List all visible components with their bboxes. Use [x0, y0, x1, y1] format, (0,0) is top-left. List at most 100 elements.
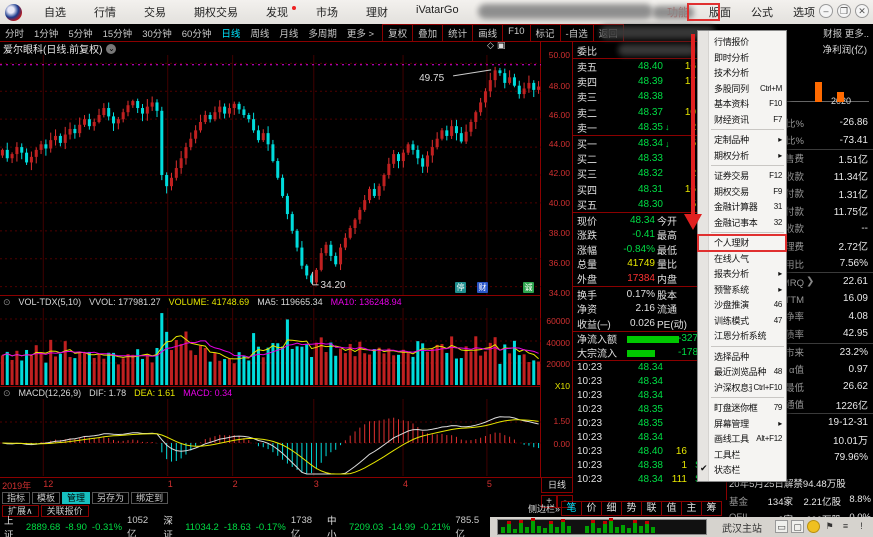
toolbar-periods: 分时1分钟5分钟15分钟30分钟60分钟日线周线月线多周期更多 >	[0, 26, 379, 40]
menu-item-在线人气[interactable]: 在线人气	[698, 251, 786, 267]
toolbar-action-画线[interactable]: 画线	[472, 24, 503, 42]
menu-item-金融计算器[interactable]: 金融计算器31	[698, 199, 786, 215]
chevron-down-icon[interactable]: ⌄	[106, 44, 116, 54]
chart-tab-模板[interactable]: 模板	[32, 492, 60, 504]
sidebar-tab-联[interactable]: 联	[641, 501, 662, 516]
menubar-item-发现[interactable]: 发现	[252, 4, 302, 20]
list-icon[interactable]: ≡	[839, 520, 852, 533]
period-更多 >[interactable]: 更多 >	[342, 26, 379, 40]
index-quote-上证[interactable]: 上证2889.68-8.90-0.31%1052亿	[4, 513, 159, 537]
sidebar-tab-主[interactable]: 主	[681, 501, 702, 516]
menubar-item-市场[interactable]: 市场	[302, 4, 352, 20]
menubar-item-iVatarGo[interactable]: iVatarGo	[402, 4, 473, 20]
period-5分钟[interactable]: 5分钟	[63, 26, 97, 40]
menu-item-状态栏[interactable]: ✔状态栏	[698, 462, 786, 478]
tray-window2-icon[interactable]: ▢	[791, 520, 804, 533]
sidebar-tab-笔[interactable]: 笔	[561, 501, 582, 516]
menu-item-画线工具[interactable]: 画线工具Alt+F12	[698, 431, 786, 447]
sidebar-tab-值[interactable]: 值	[661, 501, 682, 516]
info-label: 总量	[573, 256, 597, 271]
candlestick-chart[interactable]: 49.7534.20	[0, 55, 541, 295]
menu-item-财经资讯[interactable]: 财经资讯F7	[698, 112, 786, 128]
period-1分钟[interactable]: 1分钟	[29, 26, 63, 40]
sidebar-tab-筹[interactable]: 筹	[701, 501, 722, 516]
toolbar-action-标记[interactable]: 标记	[530, 24, 561, 42]
index-quote-中小[interactable]: 中小7209.03-14.99-0.21%785.5亿	[327, 513, 490, 537]
minimize-button[interactable]: –	[819, 4, 833, 18]
menu-item-沪深权息查询[interactable]: 沪深权息查询Ctrl+F10	[698, 380, 786, 396]
menu-item-期权分析[interactable]: 期权分析▸	[698, 148, 786, 164]
indicator-gear-icon[interactable]: ⊙	[3, 297, 11, 308]
info-label: 现价	[573, 213, 597, 228]
sidebar-tab-细[interactable]: 细	[601, 501, 622, 516]
menu-item-盯盘迷你框[interactable]: 盯盘迷你框79	[698, 400, 786, 416]
menubar-item-理财[interactable]: 理财	[352, 4, 402, 20]
event-badge-停[interactable]: 停	[455, 282, 466, 293]
menubar-item-交易[interactable]: 交易	[130, 4, 180, 20]
menu-item-选择品种[interactable]: 选择品种	[698, 349, 786, 365]
restore-button[interactable]: ❐	[837, 4, 851, 18]
flag-icon[interactable]: ⚑	[823, 520, 836, 533]
sidebar-expand-label[interactable]: 侧边栏»	[528, 502, 560, 515]
period-周线[interactable]: 周线	[245, 26, 274, 40]
menu-item-证券交易[interactable]: 证券交易F12	[698, 168, 786, 184]
sidebar-tab-价[interactable]: 价	[581, 501, 602, 516]
volume-chart[interactable]	[0, 308, 541, 386]
indicator-gear-icon[interactable]: ⊙	[3, 388, 11, 399]
period-15分钟[interactable]: 15分钟	[98, 26, 138, 40]
menu-item-江恩分析系统[interactable]: 江恩分析系统	[698, 328, 786, 344]
index-quote-深证[interactable]: 深证11034.2-18.63-0.17%1738亿	[163, 513, 323, 537]
chart-corner-icons[interactable]: ◇▣	[487, 40, 508, 51]
menu-item-定制品种[interactable]: 定制品种▸	[698, 132, 786, 148]
period-日线[interactable]: 日线	[216, 26, 245, 40]
menu-item-训练模式[interactable]: 训练模式47	[698, 313, 786, 329]
chart-tab-指标[interactable]: 指标	[2, 492, 30, 504]
event-badge-诚[interactable]: 诚	[523, 282, 534, 293]
chart-tab-管理[interactable]: 管理	[62, 492, 90, 504]
period-60分钟[interactable]: 60分钟	[177, 26, 217, 40]
menubar-item-期权交易[interactable]: 期权交易	[180, 4, 252, 20]
menu-item-预警系统[interactable]: 预警系统▸	[698, 282, 786, 298]
period-分时[interactable]: 分时	[0, 26, 29, 40]
menu-item-即时分析[interactable]: 即时分析	[698, 50, 786, 66]
menu-item-期权交易[interactable]: 期权交易F9	[698, 184, 786, 200]
chart-tab-另存为[interactable]: 另存为	[92, 492, 129, 504]
menu-item-工具栏[interactable]: 工具栏	[698, 447, 786, 463]
toolbar-action-叠加[interactable]: 叠加	[412, 24, 443, 42]
menu-item-屏幕管理[interactable]: 屏幕管理▸	[698, 416, 786, 432]
fin-header[interactable]: 财报 更多..	[823, 26, 869, 40]
event-badge-财[interactable]: 财	[477, 282, 488, 293]
toolbar-action-统计[interactable]: 统计	[442, 24, 473, 42]
menu-item-最近浏览品种[interactable]: 最近浏览品种48	[698, 364, 786, 380]
menu-item-报表分析[interactable]: 报表分析▸	[698, 266, 786, 282]
menubar-item-公式[interactable]: 公式	[741, 4, 783, 20]
info-label2: 量比	[657, 256, 677, 271]
menu-item-基本资料[interactable]: 基本资料F10	[698, 96, 786, 112]
toolbar-action--自选[interactable]: -自选	[560, 24, 594, 42]
toolbar-action-复权[interactable]: 复权	[382, 24, 413, 42]
chart-tab-绑定到[interactable]: 绑定到	[131, 492, 168, 504]
period-30分钟[interactable]: 30分钟	[137, 26, 177, 40]
menu-item-沙盘推演[interactable]: 沙盘推演46	[698, 297, 786, 313]
menubar-item-行情[interactable]: 行情	[80, 4, 130, 20]
toolbar-action-F10[interactable]: F10	[502, 24, 530, 42]
menu-item-多股同列[interactable]: 多股同列Ctrl+M	[698, 81, 786, 97]
macd-chart[interactable]	[0, 399, 541, 476]
close-button[interactable]: ✕	[855, 4, 869, 18]
period-月线[interactable]: 月线	[274, 26, 303, 40]
submenu-arrow-icon: ▸	[778, 419, 782, 428]
menu-item-技术分析[interactable]: 技术分析	[698, 65, 786, 81]
coin-icon[interactable]	[807, 520, 820, 533]
menubar-item-自选[interactable]: 自选	[30, 4, 80, 20]
menu-item-行情报价[interactable]: 行情报价	[698, 34, 786, 50]
menu-item-金融记事本[interactable]: 金融记事本32	[698, 215, 786, 231]
tray-window-icon[interactable]: ▭	[775, 520, 788, 533]
check-icon: ✔	[700, 463, 707, 474]
alert-icon[interactable]: !	[855, 520, 868, 533]
period-多周期[interactable]: 多周期	[303, 26, 342, 40]
menu-shortcut: F10	[769, 99, 782, 108]
breadth-bar	[567, 526, 571, 533]
menu-item-个人理财[interactable]: 个人理财	[698, 235, 786, 251]
expand-arrow-icon[interactable]: ❯	[806, 276, 814, 287]
sidebar-tab-势[interactable]: 势	[621, 501, 642, 516]
